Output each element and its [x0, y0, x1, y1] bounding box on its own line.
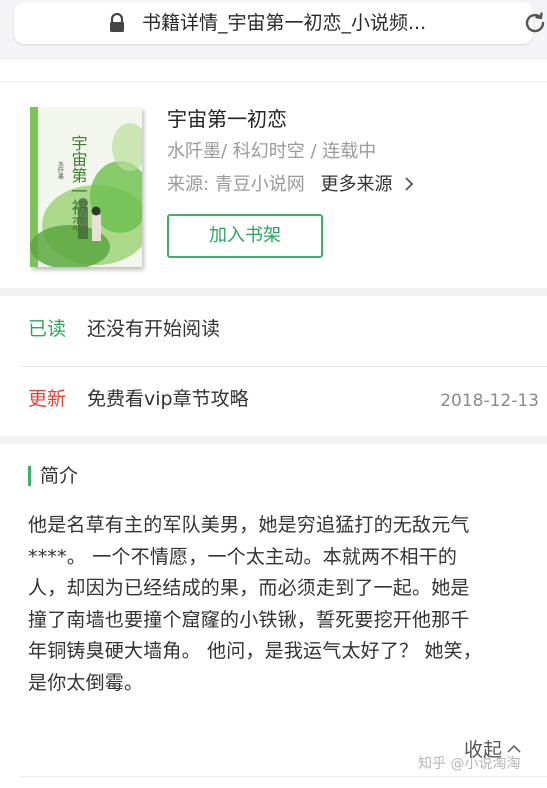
book-title: 宇宙第一初恋 [167, 107, 287, 131]
watermark-text: 知乎 @小说淘淘 [418, 756, 521, 772]
chevron-up-icon [507, 744, 521, 753]
intro-line: ****。 一个不情愿，一个太主动。本就两不相干的 [28, 545, 458, 568]
update-date: 2018-12-13 [440, 391, 539, 411]
intro-line: 人，却因为已经结成的果，而必须走到了一起。她是 [28, 577, 470, 599]
intro-title: 简介 [40, 465, 79, 487]
book-cover[interactable]: 宇宙第一初恋 水阡墨 [30, 107, 150, 269]
section-separator [0, 288, 547, 296]
browser-toolbar: 书籍详情_宇宙第一初恋_小说频... [0, 0, 547, 58]
reload-icon[interactable] [522, 10, 547, 36]
address-bar[interactable]: 书籍详情_宇宙第一初恋_小说频... [14, 2, 545, 44]
source-row: 来源: 青豆小说网 更多来源 [167, 173, 416, 197]
more-sources-link[interactable]: 更多来源 [321, 174, 417, 195]
lock-icon [110, 13, 124, 32]
update-chapter-text: 免费看vip章节攻略 [87, 388, 249, 410]
intro-line: 年铜铸臭硬大墙角。 他问，是我运气太好了？ 她笑， [28, 640, 483, 662]
intro-line: 撞了南墙也要撞个窟窿的小铁锹，誓死要挖开他那千 [28, 608, 470, 631]
top-spacer [0, 58, 547, 82]
intro-description: 他是名草有主的军队美男，她是穷追猛打的无敌元气 ****。 一个不情愿，一个太主… [28, 510, 538, 699]
book-meta: 水阡墨/ 科幻时空 / 连载中 [167, 141, 377, 162]
add-to-shelf-button[interactable]: 加入书架 [167, 214, 323, 258]
latest-update-row[interactable]: 更新 免费看vip章节攻略 2018-12-13 [0, 366, 547, 438]
intro-line: 是你太倒霉。 [28, 671, 144, 694]
intro-line: 他是名草有主的军队美男，她是穷追猛打的无敌元气 [28, 514, 470, 536]
cover-author: 水阡墨 [57, 160, 64, 179]
book-cover-art: 宇宙第一初恋 水阡墨 [30, 107, 150, 269]
section-separator [0, 436, 547, 444]
bottom-divider [20, 776, 547, 777]
page-url-title: 书籍详情_宇宙第一初恋_小说频... [142, 12, 427, 34]
cover-title: 宇宙第一初恋 [69, 135, 88, 231]
chevron-right-icon [405, 177, 414, 191]
read-progress-row[interactable]: 已读 还没有开始阅读 [0, 296, 547, 368]
more-sources-label: 更多来源 [320, 174, 393, 195]
read-tag: 已读 [28, 318, 67, 340]
heading-accent-bar [28, 466, 31, 486]
read-status-text: 还没有开始阅读 [87, 318, 221, 340]
update-tag: 更新 [28, 388, 67, 410]
source-label: 来源: 青豆小说网 [167, 174, 305, 195]
